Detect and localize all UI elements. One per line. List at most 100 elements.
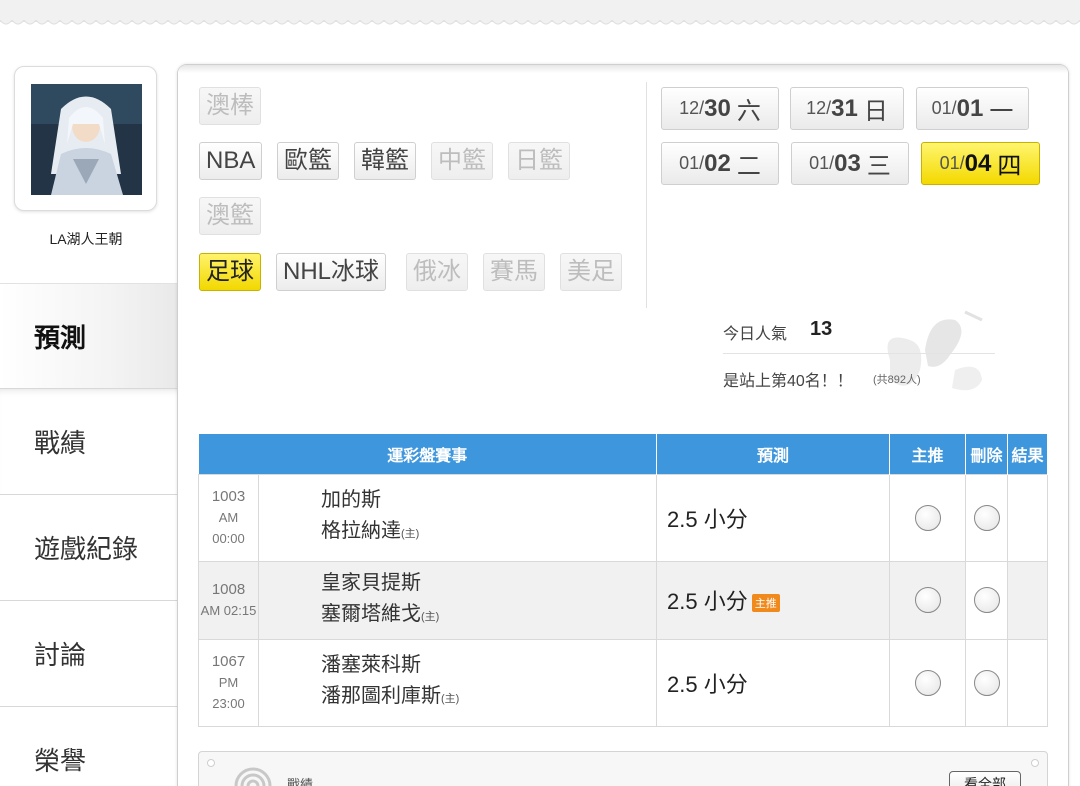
away-team: 加的斯 — [321, 489, 381, 511]
header-prediction: 預測 — [656, 434, 891, 474]
see-all-button[interactable]: 看全部 — [949, 771, 1021, 786]
sport-russia-hockey[interactable]: 俄冰 — [406, 253, 468, 291]
date-button[interactable]: 12/30 六 — [661, 87, 779, 130]
match-number: 1003 — [211, 488, 246, 505]
table-header-row: 運彩盤賽事 預測 主推 刪除 結果 — [198, 434, 1049, 474]
delete-radio[interactable] — [973, 669, 1000, 696]
date-button[interactable]: 12/31 日 — [790, 87, 904, 130]
date-day: 03 — [834, 149, 861, 177]
nav-item-label: 討論 — [34, 640, 87, 670]
match-period: AM — [218, 510, 239, 525]
main-pick-badge: 主推 — [751, 594, 780, 613]
main-pick-cell — [889, 560, 967, 640]
side-nav: 預測 戰績 遊戲紀錄 討論 榮譽 — [0, 283, 178, 786]
away-team: 皇家貝提斯 — [321, 571, 421, 594]
nav-item-predict[interactable]: 預測 — [0, 283, 178, 389]
nav-item-discussion[interactable]: 討論 — [0, 601, 178, 707]
sport-china-basketball[interactable]: 中籃 — [431, 142, 493, 180]
nav-item-label: 榮譽 — [34, 746, 87, 776]
sport-american-football[interactable]: 美足 — [560, 253, 622, 291]
delete-cell — [965, 560, 1009, 640]
table-row: 1067 PM 23:00 潘塞萊科斯 潘那圖利庫斯(主) 2.5 小分 — [198, 638, 1049, 727]
rank-note: (共892人) — [873, 374, 921, 386]
sport-nhl[interactable]: NHL冰球 — [276, 253, 387, 291]
nav-item-label: 預測 — [34, 322, 87, 353]
corner-dot — [1031, 759, 1039, 767]
main-pick-radio[interactable] — [914, 504, 941, 531]
table-row: 1003 AM 00:00 加的斯 格拉納達(主) 2.5 小分 — [198, 473, 1049, 562]
date-button-selected[interactable]: 01/04 四 — [921, 142, 1040, 185]
result-cell — [1007, 473, 1049, 562]
popularity-label: 今日人氣 — [723, 326, 788, 343]
date-button[interactable]: 01/02 二 — [661, 142, 779, 185]
nav-item-record[interactable]: 戰績 — [0, 389, 178, 495]
match-number: 1067 — [211, 653, 246, 670]
home-mark: (主) — [421, 610, 440, 623]
result-cell — [1007, 560, 1049, 640]
prediction-cell: 2.5 小分 — [656, 638, 891, 727]
date-weekday: 二 — [736, 153, 761, 180]
spiral-icon — [234, 767, 272, 786]
record-title: 戰績 — [287, 777, 314, 786]
avatar[interactable] — [31, 84, 142, 195]
date-weekday: 一 — [989, 98, 1014, 125]
sport-korea-basketball[interactable]: 韓籃 — [354, 142, 416, 180]
prediction-cell: 2.5 小分 主推 — [656, 560, 891, 640]
date-day: 01 — [956, 94, 984, 122]
prediction-value: 2.5 小分 — [667, 589, 748, 614]
table-row: 1008 AM 02:15 皇家貝提斯 塞爾塔維戈(主) 2.5 小分 主推 — [198, 560, 1049, 640]
sport-euro-basketball[interactable]: 歐籃 — [277, 142, 339, 180]
top-decorative-strip — [0, 0, 1080, 28]
header-match: 運彩盤賽事 — [198, 434, 658, 474]
sport-soccer[interactable]: 足球 — [199, 253, 261, 291]
header-result: 結果 — [1007, 434, 1049, 474]
away-team: 潘塞萊科斯 — [321, 654, 421, 676]
match-number: 1008 — [211, 581, 246, 598]
date-month: 12/ — [679, 98, 705, 118]
username: LA湖人王朝 — [49, 231, 123, 247]
stats-divider — [723, 353, 995, 354]
sport-au-basketball[interactable]: 澳籃 — [199, 197, 261, 235]
nav-item-label: 戰績 — [34, 428, 87, 458]
date-weekday: 三 — [866, 153, 891, 180]
date-weekday: 四 — [997, 153, 1022, 180]
sport-horse-racing[interactable]: 賽馬 — [483, 253, 545, 291]
match-number-cell: 1003 AM 00:00 — [198, 473, 259, 562]
corner-dot — [207, 759, 215, 767]
main-pick-radio[interactable] — [914, 587, 941, 613]
sport-au-baseball[interactable]: 澳棒 — [199, 87, 261, 125]
panel-top-shade — [178, 65, 1068, 73]
main-pick-radio[interactable] — [914, 669, 941, 696]
wave-border — [0, 20, 1080, 28]
delete-cell — [965, 473, 1009, 562]
date-weekday: 六 — [736, 98, 761, 125]
sport-nba[interactable]: NBA — [199, 142, 263, 180]
nav-item-honor[interactable]: 榮譽 — [0, 707, 178, 786]
date-month: 01/ — [809, 153, 835, 173]
match-time: 23:00 — [212, 696, 245, 711]
avatar-card — [14, 66, 157, 211]
avatar-image — [31, 84, 142, 195]
prediction-value: 2.5 小分 — [667, 671, 748, 697]
date-day: 02 — [704, 149, 731, 177]
match-teams-cell: 潘塞萊科斯 潘那圖利庫斯(主) — [257, 638, 658, 727]
delete-radio[interactable] — [973, 587, 1000, 613]
date-month: 12/ — [806, 98, 832, 118]
nav-item-game-log[interactable]: 遊戲紀錄 — [0, 495, 178, 601]
prediction-table: 運彩盤賽事 預測 主推 刪除 結果 1003 AM 00:00 加的斯 格拉納達… — [198, 434, 1049, 727]
date-button[interactable]: 01/01 一 — [916, 87, 1029, 130]
home-team: 潘那圖利庫斯 — [321, 685, 441, 707]
date-weekday: 日 — [863, 98, 888, 125]
home-mark: (主) — [401, 528, 420, 540]
sport-japan-basketball[interactable]: 日籃 — [508, 142, 570, 180]
match-teams-cell: 加的斯 格拉納達(主) — [257, 473, 658, 562]
popularity-value: 13 — [810, 318, 833, 340]
nav-item-label: 遊戲紀錄 — [34, 534, 139, 564]
filter-divider — [646, 82, 647, 308]
date-button[interactable]: 01/03 三 — [791, 142, 909, 185]
date-day: 30 — [704, 94, 731, 122]
main-pick-cell — [889, 473, 967, 562]
match-teams-cell: 皇家貝提斯 塞爾塔維戈(主) — [257, 560, 658, 640]
match-time: AM 02:15 — [200, 603, 257, 618]
delete-radio[interactable] — [973, 504, 1000, 531]
